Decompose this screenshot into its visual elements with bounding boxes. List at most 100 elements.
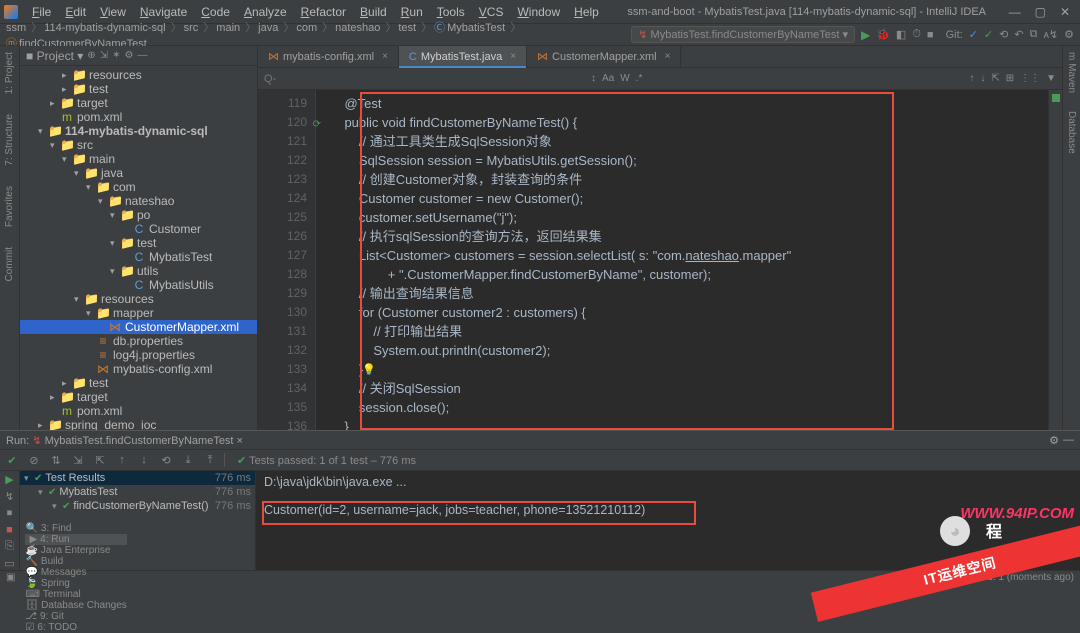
project-view-selector[interactable]: ■ Project ▾: [26, 49, 83, 63]
test-node[interactable]: ▾✔MybatisTest776 ms: [20, 485, 255, 499]
debug-button[interactable]: 🐞: [876, 28, 890, 41]
regex-icon[interactable]: .*: [636, 73, 643, 84]
breadcrumb-item[interactable]: ⒸMybatisTest: [434, 22, 505, 34]
editor-tab[interactable]: CMybatisTest.java×: [399, 46, 527, 67]
tool-database[interactable]: Database: [1066, 111, 1077, 154]
show-passed-icon[interactable]: ✔: [4, 454, 20, 467]
git-update-icon[interactable]: ✓: [969, 28, 978, 41]
next-icon[interactable]: ↓: [136, 454, 152, 466]
tree-node[interactable]: ▾📁mapper: [20, 306, 257, 320]
rerun-icon[interactable]: ▶: [5, 473, 13, 486]
tree-node[interactable]: ⋈mybatis-config.xml: [20, 362, 257, 376]
tree-node[interactable]: ≡log4j.properties: [20, 348, 257, 362]
status-icon[interactable]: ▣: [6, 572, 15, 583]
layout-icon[interactable]: ▭: [4, 557, 14, 570]
tool-1-project[interactable]: 1: Project: [4, 52, 15, 94]
expand-all-icon[interactable]: ⇲: [100, 50, 108, 61]
settings-icon[interactable]: ⚙: [1064, 28, 1074, 41]
find-settings-icon[interactable]: ⋮⋮: [1020, 73, 1040, 84]
tree-node[interactable]: ▾📁po: [20, 208, 257, 222]
show-ignored-icon[interactable]: ⊘: [26, 454, 42, 467]
tree-node[interactable]: ▸📁test: [20, 82, 257, 96]
expand-icon[interactable]: ⇲: [70, 454, 86, 467]
bottom-tool-java-enterprise[interactable]: ☕Java Enterprise: [25, 545, 126, 556]
tree-node[interactable]: ▸📁target: [20, 96, 257, 110]
tree-node[interactable]: mpom.xml: [20, 110, 257, 124]
hide-icon[interactable]: —: [137, 50, 147, 61]
settings-icon[interactable]: ⚙: [124, 50, 133, 61]
tree-node[interactable]: ▾📁114-mybatis-dynamic-sql: [20, 124, 257, 138]
tool-favorites[interactable]: Favorites: [4, 186, 15, 227]
select-opened-file-icon[interactable]: ⊕: [87, 50, 95, 61]
maximize-button[interactable]: ▢: [1035, 5, 1046, 19]
stop-icon[interactable]: ■: [6, 524, 13, 536]
rerun-failed-icon[interactable]: ↯: [5, 490, 14, 503]
tree-node[interactable]: ⋈CustomerMapper.xml: [20, 320, 257, 334]
tree-node[interactable]: ▾📁utils: [20, 264, 257, 278]
close-tab-icon[interactable]: ×: [665, 51, 671, 62]
bottom-tool-4-run[interactable]: ▶4: Run: [25, 534, 126, 545]
test-node[interactable]: ▾✔findCustomerByNameTest()776 ms: [20, 499, 255, 513]
tool-7-structure[interactable]: 7: Structure: [4, 114, 15, 166]
bottom-tool-terminal[interactable]: ⌨Terminal: [25, 589, 126, 600]
tree-node[interactable]: CCustomer: [20, 222, 257, 236]
sort-icon[interactable]: ⇅: [48, 454, 64, 467]
run-settings-icon[interactable]: ⚙: [1049, 434, 1059, 447]
filter-icon[interactable]: ▼: [1046, 73, 1056, 84]
editor-tab[interactable]: ⋈mybatis-config.xml×: [258, 46, 399, 67]
find-pin-icon[interactable]: ↕: [591, 73, 596, 84]
tree-node[interactable]: ▾📁test: [20, 236, 257, 250]
collapse-all-icon[interactable]: ✶: [112, 50, 120, 61]
close-button[interactable]: ✕: [1060, 5, 1070, 19]
intention-bulb-icon[interactable]: 💡: [362, 361, 376, 380]
minimize-button[interactable]: —: [1009, 5, 1021, 19]
breadcrumb-item[interactable]: java: [258, 22, 278, 34]
breadcrumb-item[interactable]: src: [184, 22, 199, 34]
test-history-icon[interactable]: ⟲: [158, 454, 174, 467]
bottom-tool-messages[interactable]: 💬Messages: [25, 567, 126, 578]
prev-icon[interactable]: ↑: [114, 454, 130, 466]
tree-node[interactable]: CMybatisUtils: [20, 278, 257, 292]
breadcrumb-item[interactable]: nateshao: [335, 22, 380, 34]
search-everywhere-icon[interactable]: ⧉: [1030, 28, 1038, 41]
bottom-tool-6-todo[interactable]: ☑6: TODO: [25, 622, 126, 633]
tree-node[interactable]: ▾📁resources: [20, 292, 257, 306]
tree-node[interactable]: ▾📁com: [20, 180, 257, 194]
tool-commit[interactable]: Commit: [4, 247, 15, 281]
run-hide-icon[interactable]: —: [1063, 434, 1074, 446]
words-icon[interactable]: W: [620, 73, 629, 84]
tree-node[interactable]: ▾📁main: [20, 152, 257, 166]
close-tab-icon[interactable]: ×: [382, 51, 388, 62]
git-revert-icon[interactable]: ↶: [1014, 28, 1023, 41]
toggle-autotest-icon[interactable]: ⏹: [7, 507, 13, 520]
export-icon[interactable]: ⤒: [202, 454, 218, 467]
git-commit-icon[interactable]: ✓: [984, 28, 993, 41]
prev-match-icon[interactable]: ↑: [969, 73, 974, 84]
tree-node[interactable]: ▾📁src: [20, 138, 257, 152]
next-match-icon[interactable]: ↓: [980, 73, 985, 84]
add-selection-icon[interactable]: ⊞: [1006, 73, 1014, 84]
editor-tab[interactable]: ⋈CustomerMapper.xml×: [527, 46, 681, 67]
bottom-tool-spring[interactable]: 🍃Spring: [25, 578, 126, 589]
tree-node[interactable]: ▾📁nateshao: [20, 194, 257, 208]
import-icon[interactable]: ⤓: [180, 454, 196, 467]
breadcrumb-item[interactable]: 114-mybatis-dynamic-sql: [44, 22, 165, 34]
tree-node[interactable]: ▸📁target: [20, 390, 257, 404]
tree-node[interactable]: mpom.xml: [20, 404, 257, 418]
find-input[interactable]: [264, 73, 585, 85]
tool-maven[interactable]: m Maven: [1066, 52, 1077, 93]
tree-node[interactable]: ▸📁resources: [20, 68, 257, 82]
breadcrumb-item[interactable]: main: [216, 22, 240, 34]
tree-node[interactable]: CMybatisTest: [20, 250, 257, 264]
test-node[interactable]: ▾✔Test Results776 ms: [20, 471, 255, 485]
bottom-tool-build[interactable]: 🔨Build: [25, 556, 126, 567]
close-tab-icon[interactable]: ×: [510, 51, 516, 62]
coverage-button[interactable]: ◧: [896, 28, 906, 41]
run-console[interactable]: D:\java\jdk\bin\java.exe ... Customer(id…: [256, 471, 1080, 570]
breadcrumb-item[interactable]: test: [398, 22, 416, 34]
breadcrumb-item[interactable]: ssm: [6, 22, 26, 34]
bottom-tool-3-find[interactable]: 🔍3: Find: [25, 523, 126, 534]
profile-button[interactable]: ⏱: [912, 28, 921, 41]
collapse-icon[interactable]: ⇱: [92, 454, 108, 467]
match-case-icon[interactable]: Aa: [602, 73, 614, 84]
